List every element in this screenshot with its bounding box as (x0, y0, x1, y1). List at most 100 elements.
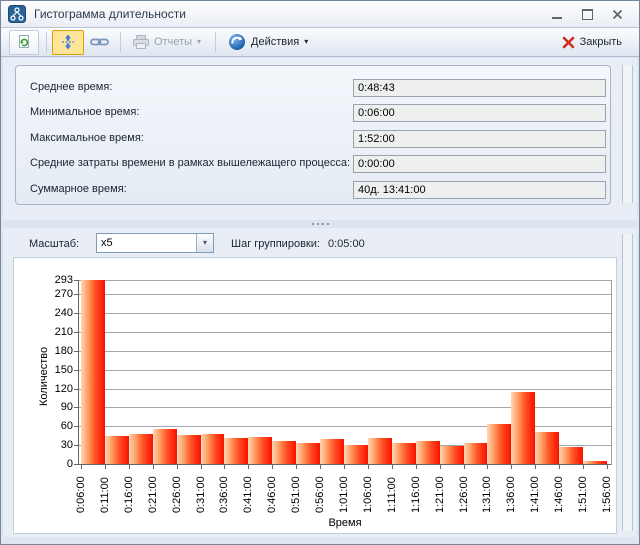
stat-value-field[interactable]: 0:00:00 (353, 155, 606, 173)
x-tick (487, 465, 488, 469)
close-dialog-button[interactable]: Закрыть (555, 30, 629, 55)
stat-label: Максимальное время: (30, 132, 144, 144)
stats-groupbox: Среднее время: 0:48:43 Минимальное время: 0… (15, 65, 611, 205)
histogram-bar (153, 429, 177, 464)
y-tick-label: 180 (37, 345, 73, 357)
x-tick (248, 465, 249, 469)
y-tick-label: 60 (37, 420, 73, 432)
y-tick (74, 389, 79, 390)
y-tick (74, 370, 79, 371)
x-tick (81, 465, 82, 469)
actions-button[interactable]: Действия ▾ (221, 30, 315, 55)
y-tick-label: 270 (37, 288, 73, 300)
dialog-window: Гистограмма длительности (0, 0, 640, 545)
plot-right-border (611, 280, 612, 465)
y-tick (74, 313, 79, 314)
link-button[interactable] (86, 30, 113, 55)
x-tick-label: 1:21:00 (434, 476, 446, 513)
x-tick (559, 465, 560, 469)
maximize-button[interactable] (579, 6, 595, 22)
chevron-down-icon: ▾ (304, 38, 308, 46)
x-tick-label: 1:41:00 (529, 476, 541, 513)
y-tick-label: 293 (37, 274, 73, 286)
x-tick (416, 465, 417, 469)
scale-combobox[interactable]: x5 ▾ (96, 233, 214, 253)
y-axis-line (78, 280, 79, 465)
minimize-icon (552, 17, 562, 19)
histogram-bar (105, 436, 129, 464)
histogram-chart: Время Количество 03060901201501802102402… (13, 257, 617, 534)
stat-value-field[interactable]: 0:06:00 (353, 104, 606, 122)
histogram-bar (487, 424, 511, 464)
stat-value-field[interactable]: 40д. 13:41:00 (353, 181, 606, 199)
app-icon (8, 5, 26, 23)
reports-label: Отчеты (154, 36, 192, 48)
toolbar-separator (120, 32, 121, 52)
grouping-step-value: 0:05:00 (328, 238, 365, 250)
x-axis-line (78, 464, 612, 465)
histogram-bar (535, 432, 559, 464)
splitter-grip-icon (312, 223, 314, 225)
minimize-button[interactable] (549, 6, 565, 22)
toolbar-separator (215, 32, 216, 52)
x-tick-label: 0:26:00 (171, 476, 183, 513)
scale-combobox-value: x5 (101, 237, 113, 249)
scale-combobox-dropdown-button[interactable]: ▾ (196, 234, 213, 252)
y-tick-label: 150 (37, 364, 73, 376)
x-tick-label: 0:11:00 (99, 477, 111, 513)
x-tick (392, 465, 393, 469)
x-tick (320, 465, 321, 469)
refresh-button[interactable] (9, 30, 39, 55)
y-tick (74, 332, 79, 333)
stat-label: Минимальное время: (30, 106, 139, 118)
x-tick (464, 465, 465, 469)
histogram-bar (440, 446, 464, 464)
stat-value-field[interactable]: 0:48:43 (353, 79, 606, 97)
histogram-bar (81, 280, 105, 464)
splitter-handle[interactable] (1, 220, 639, 228)
x-tick-label: 0:46:00 (266, 476, 278, 513)
y-tick-label: 210 (37, 326, 73, 338)
x-tick (153, 465, 154, 469)
x-tick-label: 0:36:00 (218, 476, 230, 513)
x-tick (535, 465, 536, 469)
y-tick (74, 445, 79, 446)
x-tick-label: 0:56:00 (314, 476, 326, 513)
titlebar: Гистограмма длительности (1, 1, 639, 28)
x-tick (583, 465, 584, 469)
x-tick-label: 0:51:00 (290, 476, 302, 513)
histogram-bar (368, 438, 392, 464)
collapse-panel-button[interactable] (52, 30, 84, 55)
printer-icon (133, 35, 149, 49)
x-tick-label: 0:21:00 (147, 476, 159, 513)
chevron-down-icon: ▾ (203, 239, 207, 247)
close-icon (612, 9, 623, 20)
scale-label: Масштаб: (29, 238, 79, 250)
x-axis-title: Время (79, 517, 611, 529)
histogram-bar (177, 435, 201, 464)
refresh-icon (16, 34, 32, 50)
close-button[interactable] (609, 6, 625, 22)
stat-label: Среднее время: (30, 81, 112, 93)
stat-label: Суммарное время: (30, 183, 127, 195)
histogram-bar (224, 438, 248, 464)
histogram-bar (201, 434, 225, 464)
window-title: Гистограмма длительности (34, 7, 549, 21)
x-tick-label: 1:51:00 (577, 476, 589, 513)
reports-button: Отчеты ▾ (126, 30, 208, 55)
x-tick (344, 465, 345, 469)
x-tick-label: 1:56:00 (601, 476, 613, 513)
actions-globe-icon (228, 33, 246, 51)
x-tick-label: 0:31:00 (195, 476, 207, 513)
y-tick (74, 280, 79, 281)
gridline (79, 351, 611, 352)
gridline (79, 294, 611, 295)
x-tick (105, 465, 106, 469)
x-tick-label: 1:26:00 (458, 476, 470, 513)
chart-panel: Масштаб: x5 ▾ Шаг группировки: 0:05:00 В… (3, 228, 637, 537)
toolbar-separator (46, 32, 47, 52)
x-tick-label: 1:01:00 (338, 476, 350, 513)
stat-value-field[interactable]: 1:52:00 (353, 130, 606, 148)
stat-label: Средние затраты времени в рамках вышележ… (30, 157, 350, 169)
histogram-bar (583, 461, 607, 464)
